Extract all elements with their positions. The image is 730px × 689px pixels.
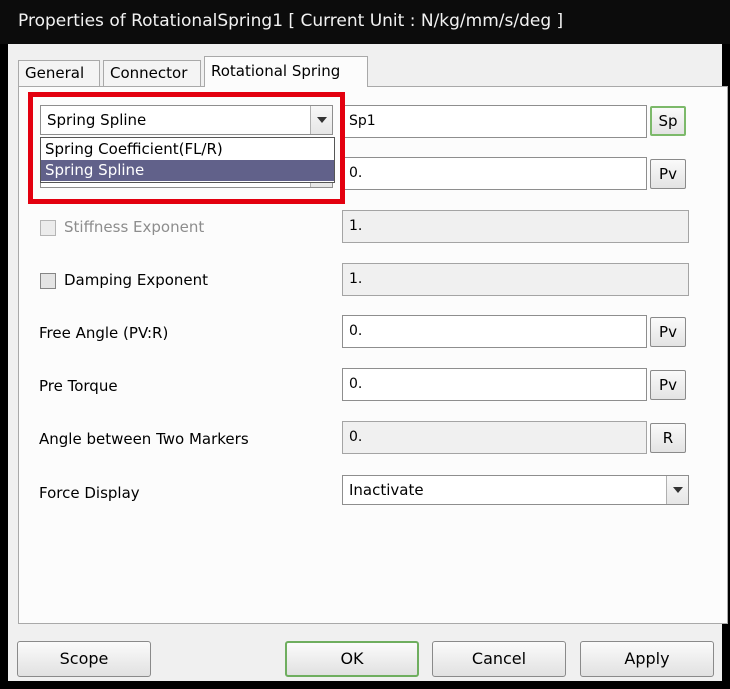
tab-rotational-spring-label: Rotational Spring	[211, 62, 341, 80]
tab-general[interactable]: General	[18, 60, 100, 86]
damping-exponent-checkbox[interactable]	[40, 273, 56, 289]
force-display-selected: Inactivate	[349, 481, 424, 499]
dialog-client-area: General Connector Rotational Spring Spri…	[8, 44, 728, 681]
chevron-down-icon[interactable]	[310, 106, 332, 134]
tab-connector[interactable]: Connector	[103, 60, 201, 86]
chevron-down-icon[interactable]	[666, 476, 688, 504]
stiffness-exponent-field[interactable]: 1.	[342, 210, 689, 243]
angle-between-r-button[interactable]: R	[650, 423, 686, 453]
title-bar[interactable]: Properties of RotationalSpring1 [ Curren…	[0, 0, 730, 44]
spring-type-dropdown-list: Spring Coefficient(FL/R) Spring Spline	[40, 137, 335, 183]
damping-exponent-field[interactable]: 1.	[342, 263, 689, 296]
force-display-combo[interactable]: Inactivate	[342, 475, 689, 505]
stiffness-exponent-checkbox[interactable]	[40, 220, 56, 236]
angle-between-field[interactable]: 0.	[342, 421, 647, 454]
tab-rotational-spring[interactable]: Rotational Spring	[204, 56, 368, 87]
damping-field[interactable]: 0.	[342, 157, 647, 190]
damping-exponent-label: Damping Exponent	[64, 271, 209, 289]
properties-dialog: Properties of RotationalSpring1 [ Curren…	[0, 0, 730, 689]
free-angle-label: Free Angle (PV:R)	[39, 324, 169, 342]
apply-button[interactable]: Apply	[580, 641, 714, 677]
scope-button[interactable]: Scope	[17, 641, 151, 677]
force-display-label: Force Display	[39, 484, 140, 502]
spline-button[interactable]: Sp	[650, 106, 686, 136]
pre-torque-label: Pre Torque	[39, 377, 118, 395]
spring-type-selected: Spring Spline	[47, 111, 147, 129]
free-angle-pv-button[interactable]: Pv	[650, 317, 686, 347]
stiffness-exponent-label: Stiffness Exponent	[64, 218, 205, 236]
free-angle-field[interactable]: 0.	[342, 315, 647, 348]
tab-connector-label: Connector	[110, 64, 188, 82]
dropdown-option-spring-coefficient[interactable]: Spring Coefficient(FL/R)	[41, 139, 334, 160]
damping-pv-button[interactable]: Pv	[650, 159, 686, 189]
pre-torque-pv-button[interactable]: Pv	[650, 370, 686, 400]
tab-general-label: General	[25, 64, 85, 82]
pre-torque-field[interactable]: 0.	[342, 368, 647, 401]
window-title: Properties of RotationalSpring1 [ Curren…	[18, 11, 564, 31]
spring-spline-field[interactable]: Sp1	[342, 105, 647, 138]
cancel-button[interactable]: Cancel	[432, 641, 566, 677]
spring-type-combo[interactable]: Spring Spline	[40, 105, 333, 135]
angle-between-label: Angle between Two Markers	[39, 430, 249, 448]
ok-button[interactable]: OK	[285, 641, 419, 677]
dropdown-option-spring-spline[interactable]: Spring Spline	[41, 160, 334, 181]
